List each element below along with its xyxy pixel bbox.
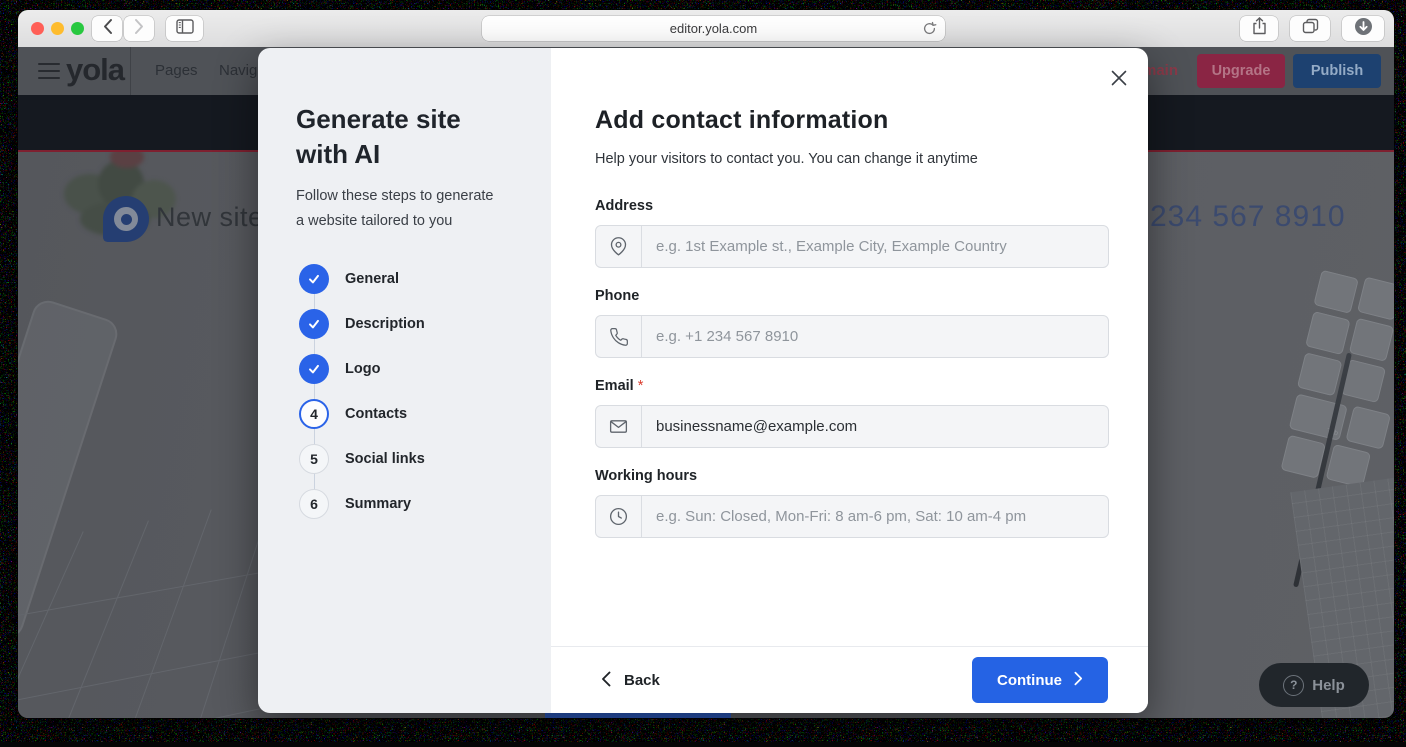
email-label: Email* bbox=[595, 378, 1109, 394]
phone-input-row bbox=[595, 315, 1109, 358]
generate-site-modal: Generate site with AI Follow these steps… bbox=[258, 48, 1148, 713]
question-mark-icon: ? bbox=[1283, 675, 1304, 696]
close-icon bbox=[1110, 69, 1128, 90]
email-input-row bbox=[595, 405, 1109, 448]
step-logo[interactable]: Logo bbox=[258, 346, 551, 391]
zoom-window-button[interactable] bbox=[71, 22, 84, 35]
address-input[interactable] bbox=[642, 226, 1108, 267]
step-check-icon bbox=[299, 264, 329, 294]
step-number-badge: 6 bbox=[299, 489, 329, 519]
email-input[interactable] bbox=[642, 406, 1108, 447]
menu-item-navigation[interactable]: Navig bbox=[219, 47, 257, 95]
reload-icon[interactable] bbox=[922, 21, 937, 39]
share-icon bbox=[1252, 17, 1267, 40]
working-hours-input[interactable] bbox=[642, 496, 1108, 537]
download-icon bbox=[1354, 17, 1373, 41]
menu-item-pages[interactable]: Pages bbox=[155, 47, 198, 95]
yola-logo[interactable]: yola bbox=[66, 47, 124, 95]
phone-icon bbox=[596, 316, 642, 357]
address-bar[interactable]: editor.yola.com bbox=[482, 16, 945, 41]
back-button[interactable] bbox=[92, 16, 122, 41]
modal-footer: Back Continue bbox=[551, 646, 1148, 713]
working-hours-label: Working hours bbox=[595, 468, 1109, 484]
downloads-button[interactable] bbox=[1342, 16, 1384, 41]
publish-button[interactable]: Publish bbox=[1293, 54, 1381, 88]
back-icon bbox=[102, 18, 113, 40]
help-button-label: Help bbox=[1312, 677, 1345, 694]
sidebar-icon bbox=[176, 19, 194, 39]
forward-icon bbox=[134, 18, 145, 40]
clock-icon bbox=[596, 496, 642, 537]
continue-button[interactable]: Continue bbox=[972, 657, 1108, 703]
step-number-badge: 4 bbox=[299, 399, 329, 429]
address-label: Address bbox=[595, 198, 1109, 214]
wizard-steps: General Description Logo 4 Contacts 5 So… bbox=[258, 256, 551, 526]
phone-input[interactable] bbox=[642, 316, 1108, 357]
address-field-group: Address bbox=[595, 198, 1109, 268]
panel-title: Add contact information bbox=[595, 106, 888, 135]
minimize-window-button[interactable] bbox=[51, 22, 64, 35]
tabs-icon bbox=[1302, 18, 1319, 39]
working-hours-input-row bbox=[595, 495, 1109, 538]
panel-subtitle: Help your visitors to contact you. You c… bbox=[595, 151, 978, 167]
wizard-title: Generate site with AI bbox=[296, 102, 461, 172]
share-button[interactable] bbox=[1240, 16, 1278, 41]
address-bar-url: editor.yola.com bbox=[670, 21, 757, 36]
working-hours-field-group: Working hours bbox=[595, 468, 1109, 538]
help-button[interactable]: ? Help bbox=[1259, 663, 1369, 707]
location-pin-icon bbox=[596, 226, 642, 267]
phone-field-group: Phone bbox=[595, 288, 1109, 358]
site-phone-number: 234 567 8910 bbox=[1150, 200, 1346, 234]
step-number-badge: 5 bbox=[299, 444, 329, 474]
site-logo-pin bbox=[103, 196, 149, 242]
close-modal-button[interactable] bbox=[1104, 64, 1134, 94]
back-button-modal[interactable]: Back bbox=[595, 647, 666, 713]
upgrade-button[interactable]: Upgrade bbox=[1197, 54, 1285, 88]
forward-button[interactable] bbox=[124, 16, 154, 41]
wizard-subtitle: Follow these steps to generate a website… bbox=[296, 184, 493, 234]
step-contacts[interactable]: 4 Contacts bbox=[258, 391, 551, 436]
step-check-icon bbox=[299, 354, 329, 384]
envelope-icon bbox=[596, 406, 642, 447]
chevron-left-icon bbox=[601, 671, 611, 690]
site-title-text: New site bbox=[156, 202, 264, 233]
menu-hamburger-icon[interactable] bbox=[38, 63, 60, 79]
address-input-row bbox=[595, 225, 1109, 268]
email-field-group: Email* bbox=[595, 378, 1109, 448]
step-social-links[interactable]: 5 Social links bbox=[258, 436, 551, 481]
step-general[interactable]: General bbox=[258, 256, 551, 301]
step-check-icon bbox=[299, 309, 329, 339]
wizard-sidebar: Generate site with AI Follow these steps… bbox=[258, 48, 551, 713]
close-window-button[interactable] bbox=[31, 22, 44, 35]
chevron-right-icon bbox=[1074, 671, 1083, 689]
contact-form-panel: Add contact information Help your visito… bbox=[551, 48, 1148, 713]
header-divider bbox=[130, 47, 131, 95]
tabs-overview-button[interactable] bbox=[1290, 16, 1330, 41]
sidebar-toggle-button[interactable] bbox=[166, 16, 203, 41]
browser-toolbar: editor.yola.com bbox=[18, 10, 1394, 48]
step-description[interactable]: Description bbox=[258, 301, 551, 346]
step-summary[interactable]: 6 Summary bbox=[258, 481, 551, 526]
required-asterisk: * bbox=[638, 378, 644, 394]
continue-button-label: Continue bbox=[997, 672, 1062, 689]
browser-window: editor.yola.com yola Pages Navig main Up… bbox=[18, 10, 1394, 718]
domain-link-fragment[interactable]: main bbox=[1143, 47, 1178, 95]
back-button-label: Back bbox=[624, 672, 660, 689]
phone-label: Phone bbox=[595, 288, 1109, 304]
